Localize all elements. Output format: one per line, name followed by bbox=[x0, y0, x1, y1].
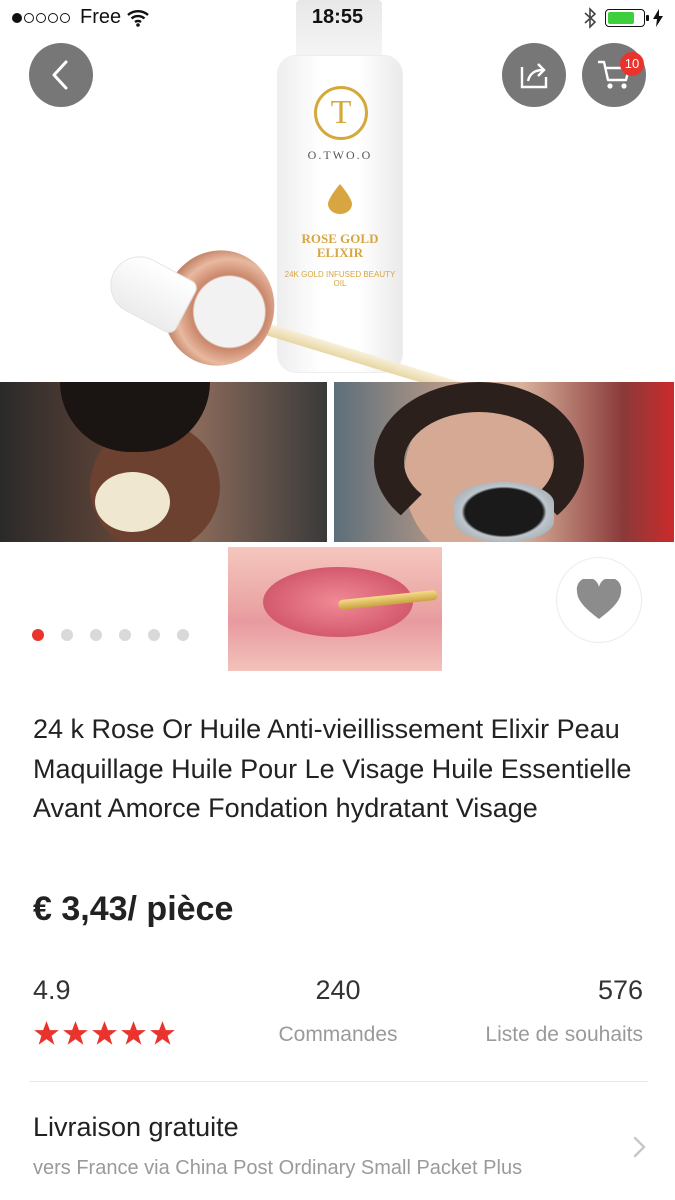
model-photo-jar bbox=[334, 382, 674, 542]
cosmetic-jar bbox=[454, 482, 554, 542]
bottle-label-sub: 24K GOLD INFUSED BEAUTY OIL bbox=[284, 270, 396, 288]
battery-icon bbox=[605, 9, 649, 27]
star-icon bbox=[121, 1021, 146, 1045]
product-stats: 4.9 240 Commandes 576 Liste de souhaits bbox=[33, 975, 643, 1055]
chevron-left-icon bbox=[52, 60, 68, 90]
wishlist-count: 576 bbox=[597, 975, 643, 1005]
orders-count: 240 bbox=[315, 975, 361, 1005]
pager-dot[interactable] bbox=[61, 629, 73, 641]
rating-value: 4.9 bbox=[33, 975, 71, 1005]
pager-dot[interactable] bbox=[119, 629, 131, 641]
product-bottle-image: T O.TWO.O ROSE GOLD ELIXIR 24K GOLD INFU… bbox=[100, 0, 520, 403]
shipping-row[interactable]: Livraison gratuite vers France via China… bbox=[0, 1100, 675, 1200]
pager-dot[interactable] bbox=[90, 629, 102, 641]
heart-icon bbox=[576, 579, 622, 619]
star-icon bbox=[34, 1021, 59, 1045]
star-icon bbox=[63, 1021, 88, 1045]
wishlist-button[interactable] bbox=[556, 557, 642, 643]
product-image-gallery[interactable]: T O.TWO.O ROSE GOLD ELIXIR 24K GOLD INFU… bbox=[0, 0, 675, 672]
back-button[interactable] bbox=[29, 43, 93, 107]
bottle-brand-text: O.TWO.O bbox=[307, 148, 373, 162]
product-price: € 3,43/ pièce bbox=[33, 890, 234, 928]
bottle-body: T O.TWO.O ROSE GOLD ELIXIR 24K GOLD INFU… bbox=[278, 56, 402, 372]
bluetooth-icon bbox=[584, 7, 597, 29]
pager-dot[interactable] bbox=[177, 629, 189, 641]
pager-dot[interactable] bbox=[148, 629, 160, 641]
status-time: 18:55 bbox=[311, 6, 364, 28]
drop-icon bbox=[328, 184, 352, 214]
gallery-pager[interactable] bbox=[32, 629, 189, 641]
lips-photo bbox=[228, 547, 442, 671]
orders-label: Commandes bbox=[278, 1023, 398, 1046]
divider bbox=[30, 1081, 648, 1082]
share-button[interactable] bbox=[502, 43, 566, 107]
chevron-right-icon bbox=[633, 1136, 646, 1158]
brand-logo-letter: T bbox=[330, 94, 352, 131]
share-icon bbox=[520, 63, 548, 89]
makeup-sponge bbox=[95, 472, 170, 532]
shipping-subtitle: vers France via China Post Ordinary Smal… bbox=[33, 1157, 523, 1179]
charging-icon bbox=[653, 9, 663, 27]
cart-count-badge: 10 bbox=[620, 52, 644, 76]
pager-dot[interactable] bbox=[32, 629, 44, 641]
star-icon bbox=[92, 1021, 117, 1045]
brand-logo: T bbox=[314, 86, 368, 140]
star-icon bbox=[150, 1021, 175, 1045]
status-right bbox=[583, 7, 663, 29]
bottle-label-main: ROSE GOLD ELIXIR bbox=[301, 231, 379, 260]
battery-level bbox=[608, 12, 634, 24]
shipping-title: Livraison gratuite bbox=[33, 1112, 239, 1142]
status-bar: Free 18:55 bbox=[0, 0, 675, 38]
cart-button[interactable]: 10 bbox=[582, 43, 646, 107]
product-title: 24 k Rose Or Huile Anti-vieillissement E… bbox=[33, 714, 632, 823]
model-photo-sponge bbox=[0, 382, 327, 542]
rating-stars[interactable] bbox=[33, 1020, 176, 1047]
wishlist-label: Liste de souhaits bbox=[485, 1023, 643, 1046]
